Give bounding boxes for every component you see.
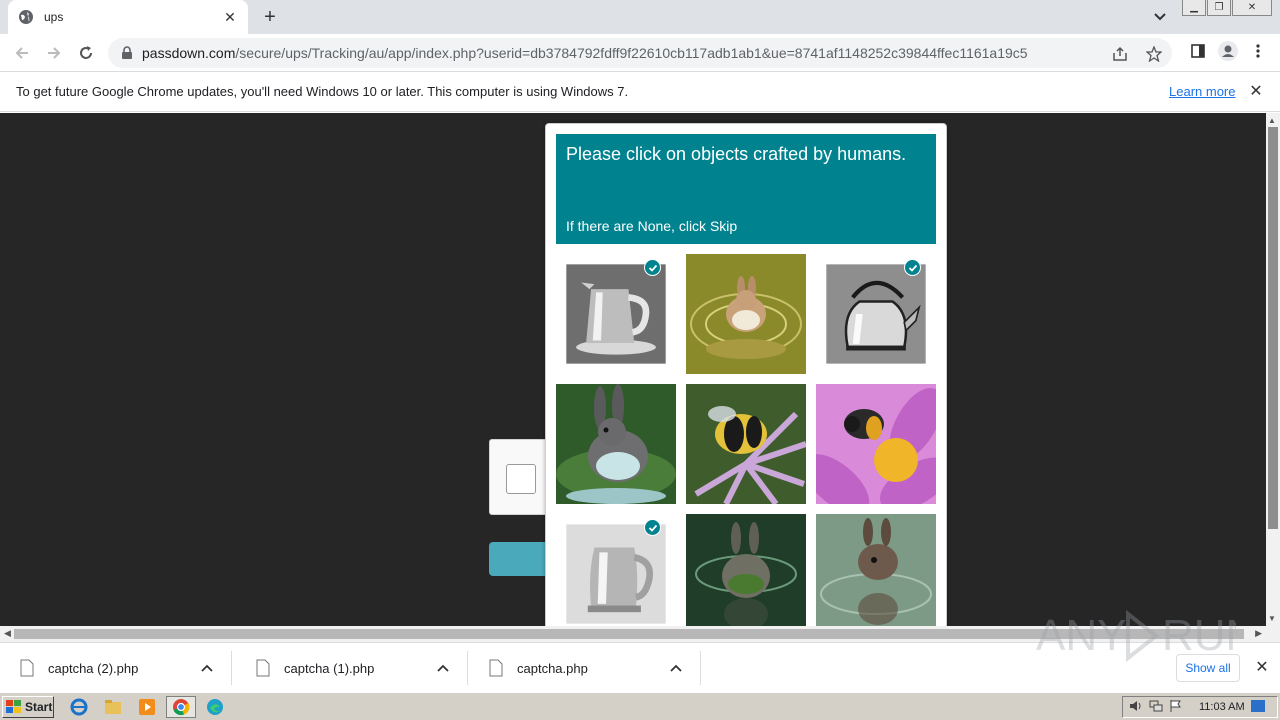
media-player-icon[interactable]: [136, 697, 158, 717]
side-panel-icon[interactable]: [1188, 41, 1208, 61]
download-item[interactable]: captcha.php: [469, 651, 701, 685]
forward-button[interactable]: [42, 41, 66, 65]
bookmark-star-icon[interactable]: [1144, 44, 1164, 64]
update-infobar: To get future Google Chrome updates, you…: [0, 72, 1280, 112]
rabbit-in-water-image: [686, 514, 806, 626]
rabbit-in-water-image: [686, 254, 806, 374]
scroll-up-icon[interactable]: ▲: [1268, 116, 1276, 125]
file-explorer-icon[interactable]: [102, 697, 124, 717]
download-item[interactable]: captcha (2).php: [0, 651, 232, 685]
captcha-challenge-panel: Please click on objects crafted by human…: [545, 123, 947, 626]
bee-on-flower-image: [816, 384, 936, 504]
captcha-tile-1[interactable]: [556, 254, 676, 374]
selected-check-icon: [904, 259, 921, 276]
captcha-tile-5[interactable]: [686, 384, 806, 504]
captcha-tile-8[interactable]: [686, 514, 806, 626]
flag-icon[interactable]: [1169, 699, 1183, 716]
chevron-up-icon[interactable]: [199, 660, 215, 676]
download-filename: captcha (2).php: [48, 660, 139, 676]
chrome-icon: [173, 699, 190, 716]
network-icon[interactable]: [1149, 699, 1163, 716]
tab-strip: ups ✕ + ▁ ❐ ✕: [0, 0, 1280, 34]
file-icon: [256, 659, 270, 677]
arrow-left-icon: [15, 47, 28, 59]
captcha-prompt: Please click on objects crafted by human…: [556, 134, 936, 244]
url-text: passdown.com/secure/ups/Tracking/au/app/…: [142, 45, 1028, 61]
lock-icon: [122, 46, 132, 59]
window-controls: ▁ ❐ ✕: [1181, 0, 1272, 18]
anyrun-watermark-logo: ANY RUN: [1036, 609, 1236, 663]
close-shelf-icon[interactable]: ✕: [1254, 659, 1270, 676]
address-bar[interactable]: passdown.com/secure/ups/Tracking/au/app/…: [108, 38, 1172, 68]
browser-toolbar: passdown.com/secure/ups/Tracking/au/app/…: [0, 34, 1280, 72]
selected-check-icon: [644, 519, 661, 536]
file-icon: [489, 659, 503, 677]
download-filename: captcha.php: [517, 660, 588, 676]
back-button[interactable]: [10, 41, 34, 65]
chevron-down-icon[interactable]: [1150, 8, 1170, 26]
captcha-tile-3[interactable]: [816, 254, 936, 374]
windows-taskbar: Start 11:03 AM: [0, 692, 1280, 720]
chevron-up-icon[interactable]: [435, 660, 451, 676]
bee-on-flower-image: [686, 384, 806, 504]
tab-title: ups: [44, 10, 64, 24]
captcha-prompt-subtitle: If there are None, click Skip: [566, 218, 738, 234]
file-icon: [20, 659, 34, 677]
share-icon[interactable]: [1110, 44, 1130, 64]
captcha-checkbox[interactable]: [506, 464, 536, 494]
page-content: Please click on objects crafted by human…: [0, 113, 1266, 626]
close-tab-icon[interactable]: ✕: [222, 9, 238, 25]
selected-check-icon: [644, 259, 661, 276]
stovetop-kettle-image: [826, 264, 926, 364]
clock: 11:03 AM: [1199, 701, 1245, 713]
arrow-right-icon: [48, 47, 61, 59]
download-item[interactable]: captcha (1).php: [236, 651, 468, 685]
start-label: Start: [25, 700, 53, 714]
vertical-scroll-thumb[interactable]: [1268, 127, 1278, 529]
edge-icon[interactable]: [204, 697, 226, 717]
rabbit-in-water-image: [556, 384, 676, 504]
browser-tab[interactable]: ups ✕: [8, 0, 248, 34]
captcha-tile-4[interactable]: [556, 384, 676, 504]
captcha-prompt-title: Please click on objects crafted by human…: [566, 144, 907, 164]
menu-kebab-icon[interactable]: [1248, 41, 1268, 61]
captcha-tile-7[interactable]: [556, 514, 676, 626]
chrome-taskbar-button[interactable]: [166, 696, 196, 718]
show-desktop-icon[interactable]: [1250, 699, 1265, 715]
infobar-message: To get future Google Chrome updates, you…: [16, 84, 629, 99]
profile-avatar-icon[interactable]: [1218, 41, 1238, 61]
electric-kettle-image: [566, 264, 666, 364]
captcha-tile-2[interactable]: [686, 254, 806, 374]
url-host: passdown.com: [142, 45, 236, 61]
infobar-close-icon[interactable]: ✕: [1248, 83, 1264, 100]
globe-icon: [19, 10, 33, 24]
reload-button[interactable]: [74, 41, 98, 65]
scroll-right-icon[interactable]: ▶: [1255, 628, 1262, 639]
download-filename: captcha (1).php: [284, 660, 375, 676]
url-path: /secure/ups/Tracking/au/app/index.php?us…: [235, 45, 1028, 61]
rabbit-in-water-image: [816, 514, 936, 626]
svg-text:ANY: ANY: [1036, 611, 1126, 660]
chevron-up-icon[interactable]: [668, 660, 684, 676]
captcha-tile-9[interactable]: [816, 514, 936, 626]
windows-logo-icon: [6, 700, 21, 713]
new-tab-button[interactable]: +: [258, 6, 282, 28]
restore-button[interactable]: ❐: [1207, 0, 1231, 16]
system-tray: 11:03 AM: [1122, 696, 1278, 718]
learn-more-link[interactable]: Learn more: [1169, 84, 1235, 99]
internet-explorer-icon[interactable]: [68, 697, 90, 717]
electric-kettle-image: [566, 524, 666, 624]
captcha-tile-6[interactable]: [816, 384, 936, 504]
close-window-button[interactable]: ✕: [1232, 0, 1272, 16]
minimize-button[interactable]: ▁: [1182, 0, 1206, 16]
vertical-scrollbar[interactable]: ▲ ▼: [1266, 113, 1280, 626]
scroll-left-icon[interactable]: ◀: [4, 628, 11, 639]
scroll-down-icon[interactable]: ▼: [1268, 614, 1276, 623]
start-button[interactable]: Start: [2, 696, 54, 718]
svg-text:RUN: RUN: [1162, 611, 1236, 660]
volume-icon[interactable]: [1129, 699, 1143, 716]
reload-icon: [80, 46, 92, 59]
